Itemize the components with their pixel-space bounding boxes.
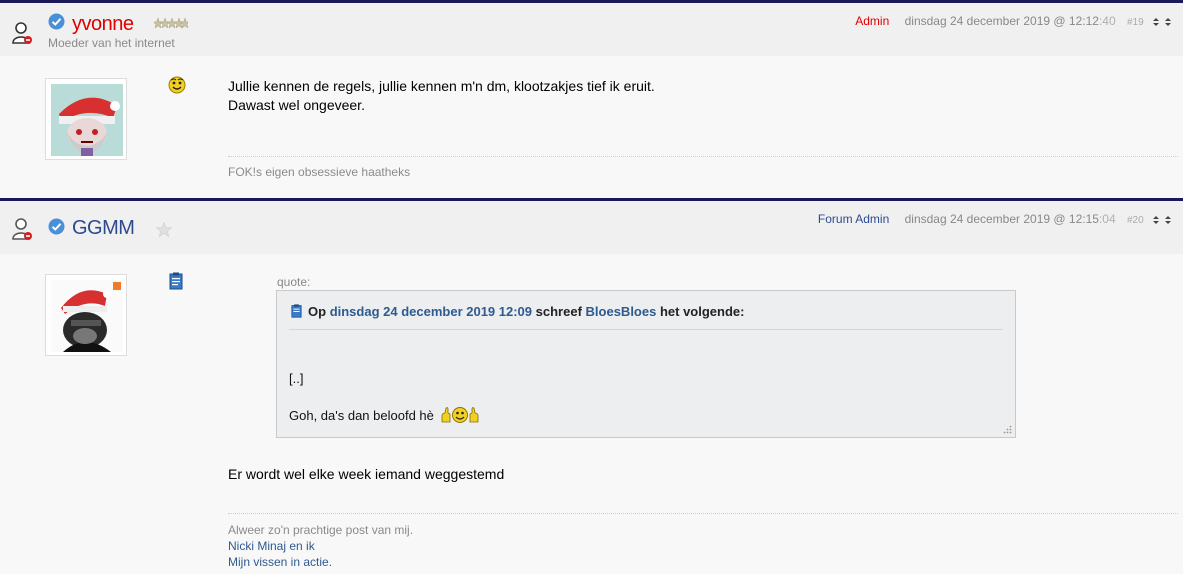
clipboard-icon bbox=[291, 304, 302, 318]
quote-mid: schreef bbox=[535, 304, 582, 319]
post-seconds: :40 bbox=[1098, 14, 1116, 28]
thumbs-up-smiley-icon bbox=[441, 407, 478, 423]
post-seconds: :04 bbox=[1098, 212, 1116, 226]
message-line: Dawast wel ongeveer. bbox=[228, 97, 365, 113]
post-date[interactable]: dinsdag 24 december 2019 @ 12:12 bbox=[905, 14, 1099, 28]
post-message: Er wordt wel elke week iemand weggestemd bbox=[228, 466, 505, 482]
post-19: yvonne Moeder van het internet Admin din… bbox=[0, 0, 1183, 198]
verified-badge-icon bbox=[48, 218, 65, 235]
avatar[interactable] bbox=[45, 78, 127, 160]
signature-link-vissen[interactable]: Mijn vissen in actie. bbox=[228, 554, 413, 570]
signature-text: Alweer zo'n prachtige post van mij. bbox=[228, 523, 414, 537]
message-line: Jullie kennen de regels, jullie kennen m… bbox=[228, 78, 655, 94]
username[interactable]: GGMM bbox=[72, 217, 135, 240]
user-role: Admin bbox=[855, 14, 890, 28]
signature: FOK!s eigen obsessieve haatheks bbox=[228, 165, 411, 179]
post-meta: Admin dinsdag 24 december 2019 @ 12:12:4… bbox=[855, 14, 1173, 28]
quote-prefix: Op bbox=[308, 304, 327, 319]
quote-box: Op dinsdag 24 december 2019 12:09 schree… bbox=[276, 290, 1016, 438]
quote-header: Op dinsdag 24 december 2019 12:09 schree… bbox=[291, 304, 744, 319]
post-number[interactable]: #19 bbox=[1127, 17, 1144, 28]
quote-suffix: het volgende: bbox=[659, 304, 745, 319]
signature-link-nicki[interactable]: Nicki Minaj en ik bbox=[228, 538, 413, 554]
signature: Alweer zo'n prachtige post van mij. Nick… bbox=[228, 522, 413, 570]
user-icon[interactable] bbox=[12, 21, 34, 45]
user-icon[interactable] bbox=[12, 217, 34, 241]
username[interactable]: yvonne bbox=[72, 13, 134, 36]
post-header: GGMM Forum Admin dinsdag 24 december 201… bbox=[0, 198, 1183, 254]
post-number[interactable]: #20 bbox=[1127, 215, 1144, 226]
sort-arrows-icon[interactable] bbox=[1153, 17, 1173, 27]
post-body: Jullie kennen de regels, jullie kennen m… bbox=[0, 56, 1183, 198]
quote-date-link[interactable]: dinsdag 24 december 2019 12:09 bbox=[330, 304, 532, 319]
verified-badge-icon bbox=[48, 13, 65, 30]
quote-line: Goh, da's dan beloofd hè bbox=[289, 406, 480, 424]
signature-divider bbox=[228, 513, 1178, 514]
smiley-icon bbox=[168, 76, 186, 94]
user-role: Forum Admin bbox=[817, 212, 890, 226]
post-message: Jullie kennen de regels, jullie kennen m… bbox=[228, 77, 655, 115]
post-body: quote: Op dinsdag 24 december 2019 12:09… bbox=[0, 254, 1183, 574]
avatar-image bbox=[51, 280, 123, 352]
signature-divider bbox=[228, 156, 1178, 157]
post-meta: Forum Admin dinsdag 24 december 2019 @ 1… bbox=[818, 212, 1173, 226]
avatar[interactable] bbox=[45, 274, 127, 356]
clipboard-icon bbox=[169, 272, 183, 290]
quote-divider bbox=[289, 329, 1003, 330]
avatar-image bbox=[51, 84, 123, 156]
quote-author-link[interactable]: BloesBloes bbox=[586, 304, 657, 319]
quote-label: quote: bbox=[277, 275, 311, 289]
resize-grip-icon[interactable] bbox=[1003, 425, 1012, 434]
post-date[interactable]: dinsdag 24 december 2019 @ 12:15 bbox=[905, 212, 1099, 226]
post-20: GGMM Forum Admin dinsdag 24 december 201… bbox=[0, 198, 1183, 574]
quote-line: [..] bbox=[289, 371, 304, 386]
user-title: Moeder van het internet bbox=[48, 36, 175, 50]
post-header: yvonne Moeder van het internet Admin din… bbox=[0, 0, 1183, 56]
sort-arrows-icon[interactable] bbox=[1153, 215, 1173, 225]
quote-text: Goh, da's dan beloofd hè bbox=[289, 408, 434, 423]
rank-star-icon bbox=[156, 222, 172, 237]
rank-stars-icon bbox=[154, 17, 188, 29]
